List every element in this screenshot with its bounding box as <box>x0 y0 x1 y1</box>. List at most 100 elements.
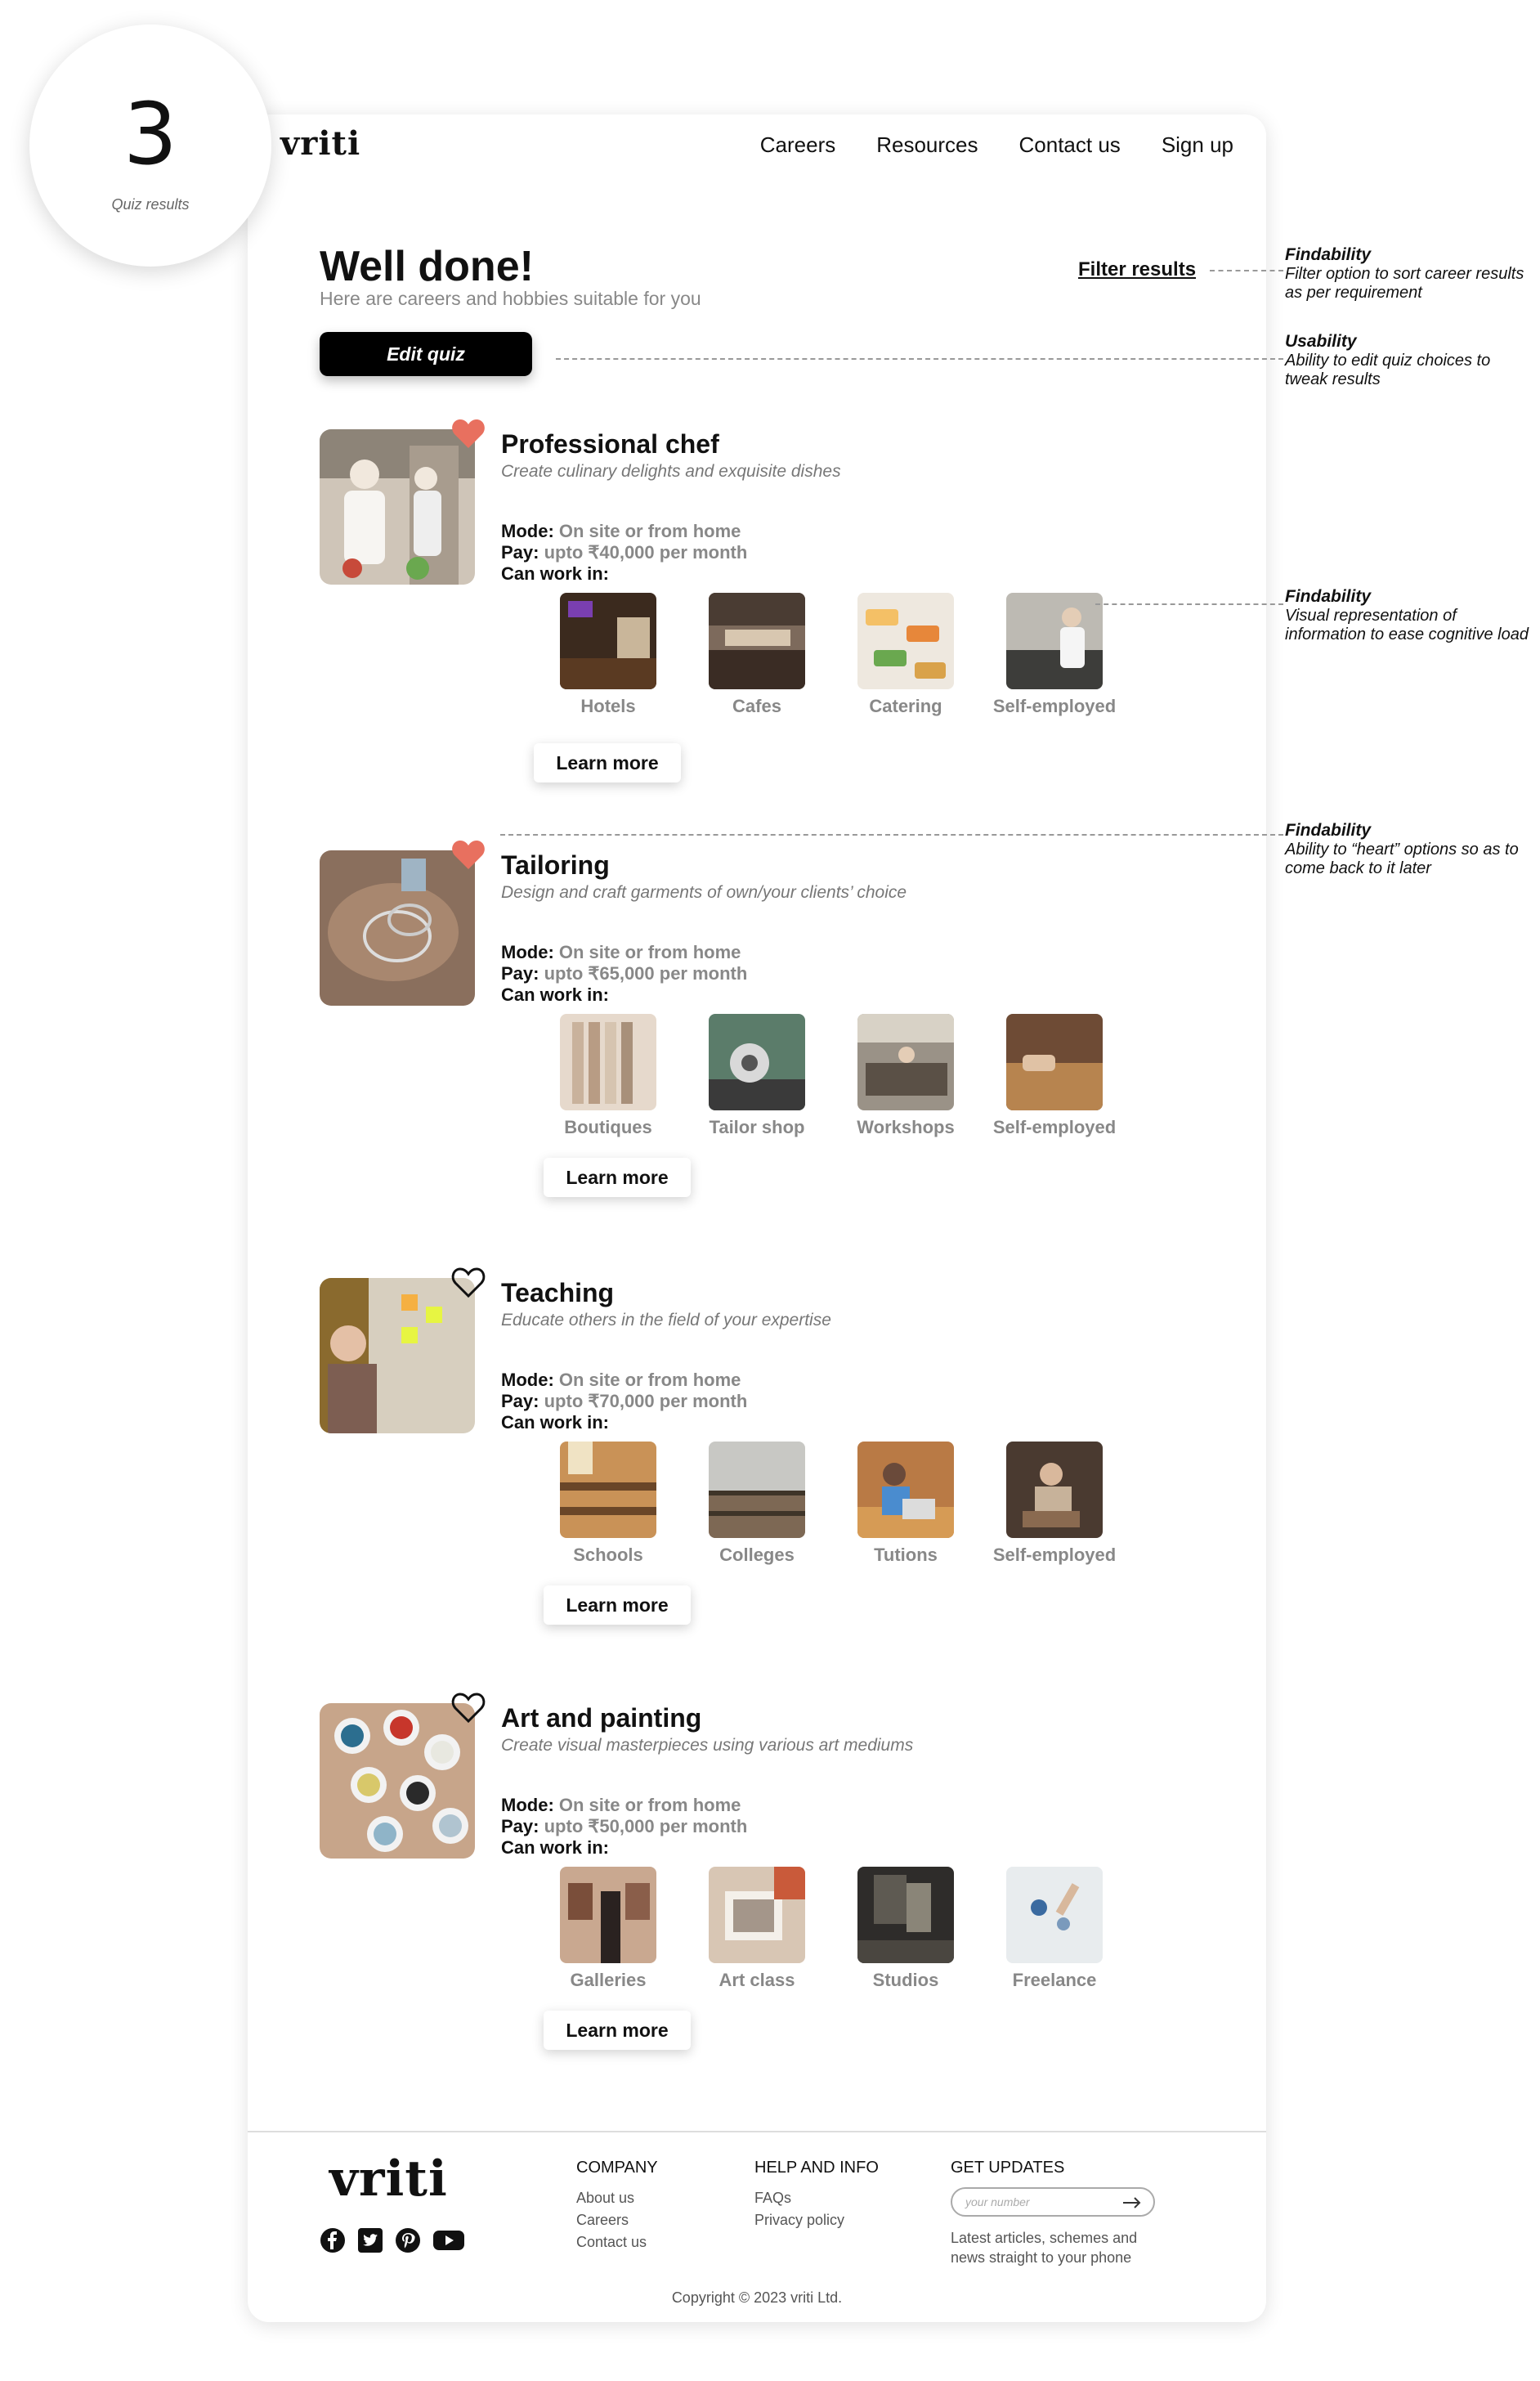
career-title: Tailoring <box>501 850 610 880</box>
learn-more-button[interactable]: Learn more <box>544 1158 691 1197</box>
workplace-item[interactable]: Hotels <box>534 593 683 717</box>
career-pay: Pay: upto ₹50,000 per month <box>501 1816 748 1836</box>
step-number: 3 <box>123 84 178 184</box>
footer-company: COMPANY About us Careers Contact us <box>576 2159 658 2253</box>
career-pay: Pay: upto ₹70,000 per month <box>501 1391 748 1411</box>
career-title: Teaching <box>501 1278 615 1307</box>
learn-more-button[interactable]: Learn more <box>544 1585 691 1625</box>
workplace-item[interactable]: Galleries <box>534 1867 683 1991</box>
footer-link-faqs[interactable]: FAQs <box>754 2187 879 2209</box>
career-desc: Create culinary delights and exquisite d… <box>501 462 841 481</box>
workplace-item[interactable]: Tutions <box>831 1442 980 1566</box>
annotation-note: Findability Visual representation of inf… <box>1285 587 1529 643</box>
footer-updates-heading: GET UPDATES <box>951 2159 1065 2177</box>
annotation-connector <box>556 358 1283 360</box>
annotation-connector <box>1210 270 1283 271</box>
career-mode: Mode: On site or from home <box>501 521 741 541</box>
heart-filled-icon[interactable] <box>450 839 486 872</box>
career-image-chef <box>320 429 475 585</box>
footer-help-heading: HELP AND INFO <box>754 2159 879 2177</box>
edit-quiz-button[interactable]: Edit quiz <box>320 332 532 376</box>
step-label: Quiz results <box>111 196 190 213</box>
workplace-item[interactable]: Schools <box>534 1442 683 1566</box>
workplace-item[interactable]: Art class <box>683 1867 831 1991</box>
nav-careers[interactable]: Careers <box>760 132 835 158</box>
workplace-item[interactable]: Cafes <box>683 593 831 717</box>
heart-outline-icon[interactable] <box>450 1692 486 1724</box>
arrow-right-icon[interactable] <box>1122 2196 1142 2209</box>
career-mode: Mode: On site or from home <box>501 1795 741 1815</box>
pinterest-icon[interactable] <box>395 2227 421 2253</box>
annotation-note: Usability Ability to edit quiz choices t… <box>1285 332 1491 388</box>
workplace-item[interactable]: Self-employed <box>980 1442 1129 1566</box>
career-work-label: Can work in: <box>501 984 610 1005</box>
workplace-list: Boutiques Tailor shop Workshops Self-emp… <box>534 1014 1129 1138</box>
footer-divider <box>248 2131 1266 2132</box>
career-desc: Create visual masterpieces using various… <box>501 1736 914 1755</box>
career-image-art <box>320 1703 475 1859</box>
career-image-tailoring <box>320 850 475 1006</box>
phone-number-placeholder: your number <box>965 2195 1030 2208</box>
heart-filled-icon[interactable] <box>450 418 486 451</box>
annotation-connector <box>500 834 1283 836</box>
career-desc: Educate others in the field of your expe… <box>501 1311 831 1330</box>
twitter-icon[interactable] <box>357 2227 383 2253</box>
footer-link-about[interactable]: About us <box>576 2187 658 2209</box>
page-card: vriti Careers Resources Contact us Sign … <box>248 114 1266 2322</box>
page-subtitle: Here are careers and hobbies suitable fo… <box>320 288 701 309</box>
career-mode: Mode: On site or from home <box>501 942 741 962</box>
career-card: Professional chef Create culinary deligh… <box>248 419 1266 805</box>
heart-outline-icon[interactable] <box>450 1267 486 1299</box>
workplace-list: Galleries Art class Studios Freelance <box>534 1867 1129 1991</box>
footer-company-heading: COMPANY <box>576 2159 658 2177</box>
learn-more-button[interactable]: Learn more <box>534 743 681 782</box>
annotation-connector <box>1095 603 1283 605</box>
page-title: Well done! <box>320 243 534 290</box>
annotation-note: Findability Filter option to sort career… <box>1285 245 1524 302</box>
copyright: Copyright © 2023 vriti Ltd. <box>671 2289 843 2306</box>
top-nav: Careers Resources Contact us Sign up <box>760 132 1233 158</box>
social-links <box>320 2227 465 2253</box>
career-card: Tailoring Design and craft garments of o… <box>248 841 1266 1226</box>
workplace-item[interactable]: Self-employed <box>980 1014 1129 1138</box>
workplace-list: Hotels Cafes Catering Self-employed <box>534 593 1129 717</box>
career-title: Professional chef <box>501 429 719 459</box>
nav-contact[interactable]: Contact us <box>1019 132 1121 158</box>
step-indicator: 3 Quiz results <box>29 25 271 267</box>
footer-link-privacy[interactable]: Privacy policy <box>754 2209 879 2231</box>
learn-more-button[interactable]: Learn more <box>544 2011 691 2050</box>
nav-signup[interactable]: Sign up <box>1162 132 1233 158</box>
workplace-item[interactable]: Colleges <box>683 1442 831 1566</box>
phone-number-input[interactable]: your number <box>951 2187 1155 2217</box>
footer-link-contact[interactable]: Contact us <box>576 2231 658 2253</box>
career-image-teaching <box>320 1278 475 1433</box>
career-title: Art and painting <box>501 1703 702 1733</box>
header-logo[interactable]: vriti <box>280 124 360 163</box>
career-work-label: Can work in: <box>501 1837 610 1858</box>
filter-results-link[interactable]: Filter results <box>1078 258 1196 281</box>
career-work-label: Can work in: <box>501 563 610 584</box>
workplace-item[interactable]: Freelance <box>980 1867 1129 1991</box>
footer-link-careers[interactable]: Careers <box>576 2209 658 2231</box>
career-desc: Design and craft garments of own/your cl… <box>501 883 907 902</box>
career-mode: Mode: On site or from home <box>501 1370 741 1390</box>
workplace-item[interactable]: Studios <box>831 1867 980 1991</box>
footer-help: HELP AND INFO FAQs Privacy policy <box>754 2159 879 2231</box>
workplace-item[interactable]: Catering <box>831 593 980 717</box>
career-card: Teaching Educate others in the field of … <box>248 1267 1266 1654</box>
career-work-label: Can work in: <box>501 1412 610 1433</box>
career-pay: Pay: upto ₹40,000 per month <box>501 542 748 563</box>
career-card: Art and painting Create visual masterpie… <box>248 1693 1266 2079</box>
youtube-icon[interactable] <box>432 2227 465 2253</box>
footer-updates: GET UPDATES your number Latest articles,… <box>951 2159 1163 2267</box>
workplace-list: Schools Colleges Tutions Self-employed <box>534 1442 1129 1566</box>
workplace-item[interactable]: Workshops <box>831 1014 980 1138</box>
workplace-item[interactable]: Boutiques <box>534 1014 683 1138</box>
annotation-note: Findability Ability to “heart” options s… <box>1285 821 1519 877</box>
workplace-item[interactable]: Tailor shop <box>683 1014 831 1138</box>
workplace-item[interactable]: Self-employed <box>980 593 1129 717</box>
nav-resources[interactable]: Resources <box>876 132 978 158</box>
footer-logo[interactable]: vriti <box>329 2150 448 2208</box>
facebook-icon[interactable] <box>320 2227 346 2253</box>
career-pay: Pay: upto ₹65,000 per month <box>501 963 748 984</box>
